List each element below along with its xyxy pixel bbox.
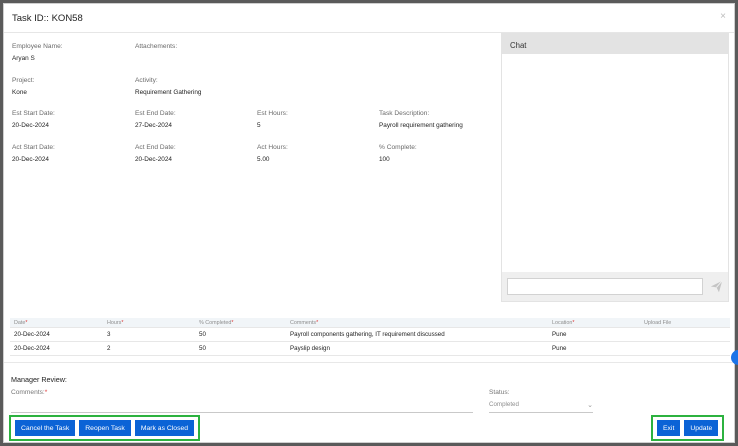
row-hours: 3 [107, 331, 111, 338]
row-comments: Payroll components gathering, IT require… [290, 331, 445, 338]
row-completed: 50 [199, 331, 206, 338]
comments-input[interactable] [11, 401, 473, 413]
project-value: Kone [12, 88, 27, 96]
row-comments: Payslip design [290, 345, 330, 352]
table-row: 20-Dec-2024 2 50 Payslip design Pune [10, 342, 730, 356]
chevron-down-icon: ⌄ [587, 402, 593, 409]
col-hours: Hours* [107, 320, 124, 326]
row-location: Pune [552, 331, 567, 338]
chat-panel: Chat [501, 33, 729, 302]
act-hours-label: Act Hours: [257, 143, 288, 151]
table-header: Date* Hours* % Completed* Comments* Loca… [10, 318, 730, 328]
est-end-label: Est End Date: [135, 110, 176, 117]
manager-review-title: Manager Review: [11, 375, 67, 384]
row-completed: 50 [199, 345, 206, 352]
modal-title: Task ID:: KON58 [12, 12, 83, 24]
cancel-task-button[interactable]: Cancel the Task [15, 420, 76, 436]
close-icon[interactable]: × [720, 11, 726, 22]
modal-header: Task ID:: KON58 [4, 4, 734, 33]
activity-label: Activity: [135, 76, 158, 84]
project-label: Project: [12, 76, 35, 84]
row-location: Pune [552, 345, 567, 352]
est-hours-label: Est Hours: [257, 110, 288, 117]
act-hours-value: 5.00 [257, 155, 270, 163]
chat-input-row [507, 277, 725, 295]
col-date: Date* [14, 320, 28, 326]
status-select[interactable]: Completed ⌄ [489, 401, 593, 413]
employee-name-value: Aryan S [12, 55, 35, 62]
chat-title: Chat [502, 34, 728, 54]
col-comments: Comments* [290, 320, 319, 326]
row-hours: 2 [107, 345, 111, 352]
chat-input[interactable] [507, 277, 703, 295]
exit-button[interactable]: Exit [657, 420, 681, 436]
act-end-label: Act End Date: [135, 143, 176, 151]
task-description-label: Task Description: [379, 110, 430, 117]
reopen-task-button[interactable]: Reopen Task [79, 420, 131, 436]
est-hours-value: 5 [257, 122, 261, 129]
attachments-label: Attachements: [135, 43, 178, 50]
employee-name-label: Employee Name: [12, 43, 63, 50]
task-modal: Task ID:: KON58 × Employee Name: Aryan S… [3, 3, 735, 443]
row-date: 20-Dec-2024 [14, 331, 50, 338]
chat-messages [502, 54, 728, 272]
send-icon[interactable] [710, 280, 723, 293]
est-start-value: 20-Dec-2024 [12, 122, 49, 129]
update-button[interactable]: Update [684, 420, 719, 436]
row-date: 20-Dec-2024 [14, 345, 50, 352]
col-location: Location* [552, 320, 575, 326]
mark-as-closed-button[interactable]: Mark as Closed [134, 420, 195, 436]
est-end-value: 27-Dec-2024 [135, 122, 172, 129]
worklog-table: Date* Hours* % Completed* Comments* Loca… [10, 318, 730, 356]
act-start-value: 20-Dec-2024 [12, 155, 49, 163]
task-description-value: Payroll requirement gathering [379, 122, 463, 129]
task-details: Employee Name: Aryan S Attachements: Pro… [12, 42, 498, 176]
task-actions-group: Cancel the Task Reopen Task Mark as Clos… [9, 415, 201, 441]
col-upload: Upload File [644, 320, 672, 326]
percent-complete-label: % Complete: [379, 143, 417, 151]
act-end-value: 20-Dec-2024 [135, 155, 172, 163]
status-label: Status: [489, 389, 510, 396]
activity-value: Requirement Gathering [135, 88, 202, 96]
table-row: 20-Dec-2024 3 50 Payroll components gath… [10, 328, 730, 342]
col-completed: % Completed* [199, 320, 234, 326]
act-start-label: Act Start Date: [12, 143, 55, 151]
exit-update-group: Exit Update [651, 415, 725, 441]
manager-review-section: Manager Review: Comments:* Status: Compl… [4, 362, 734, 442]
comments-label: Comments:* [11, 389, 48, 396]
percent-complete-value: 100 [379, 155, 390, 163]
est-start-label: Est Start Date: [12, 110, 55, 117]
status-value: Completed [489, 401, 519, 408]
